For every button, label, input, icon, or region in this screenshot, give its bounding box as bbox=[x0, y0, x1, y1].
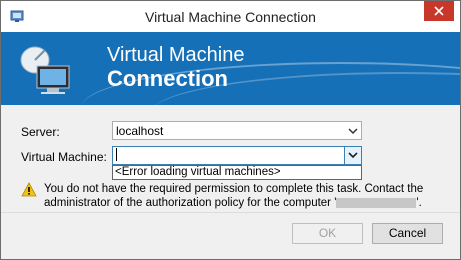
warning-text-end: '. bbox=[416, 197, 422, 209]
vm-label: Virtual Machine: bbox=[21, 150, 107, 164]
server-combobox[interactable]: localhost bbox=[112, 121, 362, 140]
vm-connection-dialog: Virtual Machine Connection Virtual Machi… bbox=[0, 0, 461, 260]
text-caret bbox=[116, 148, 117, 161]
vm-dropdown-item[interactable]: <Error loading virtual machines> bbox=[115, 166, 281, 178]
satellite-monitor-icon bbox=[15, 40, 77, 96]
permission-warning-message: You do not have the required permission … bbox=[44, 182, 454, 210]
chevron-down-icon[interactable] bbox=[347, 125, 359, 137]
ok-button[interactable]: OK bbox=[292, 223, 363, 244]
vm-combobox[interactable] bbox=[112, 146, 362, 165]
warning-triangle-icon bbox=[21, 182, 37, 197]
cancel-button[interactable]: Cancel bbox=[372, 223, 443, 244]
banner-title-line1: Virtual Machine bbox=[107, 44, 245, 66]
vm-dropdown-list[interactable]: <Error loading virtual machines> bbox=[112, 165, 362, 180]
header-banner: Virtual Machine Connection bbox=[1, 32, 460, 105]
banner-title-line2: Connection bbox=[107, 66, 228, 91]
vm-dropdown-button[interactable] bbox=[344, 147, 361, 164]
server-label: Server: bbox=[21, 125, 60, 139]
close-icon bbox=[434, 6, 444, 16]
close-button[interactable] bbox=[424, 1, 454, 21]
window-title: Virtual Machine Connection bbox=[145, 9, 316, 25]
chevron-down-icon bbox=[348, 152, 358, 159]
redacted-computer-name bbox=[336, 197, 417, 208]
server-value: localhost bbox=[116, 124, 164, 138]
footer-divider bbox=[1, 212, 460, 213]
title-bar: Virtual Machine Connection bbox=[1, 1, 460, 32]
